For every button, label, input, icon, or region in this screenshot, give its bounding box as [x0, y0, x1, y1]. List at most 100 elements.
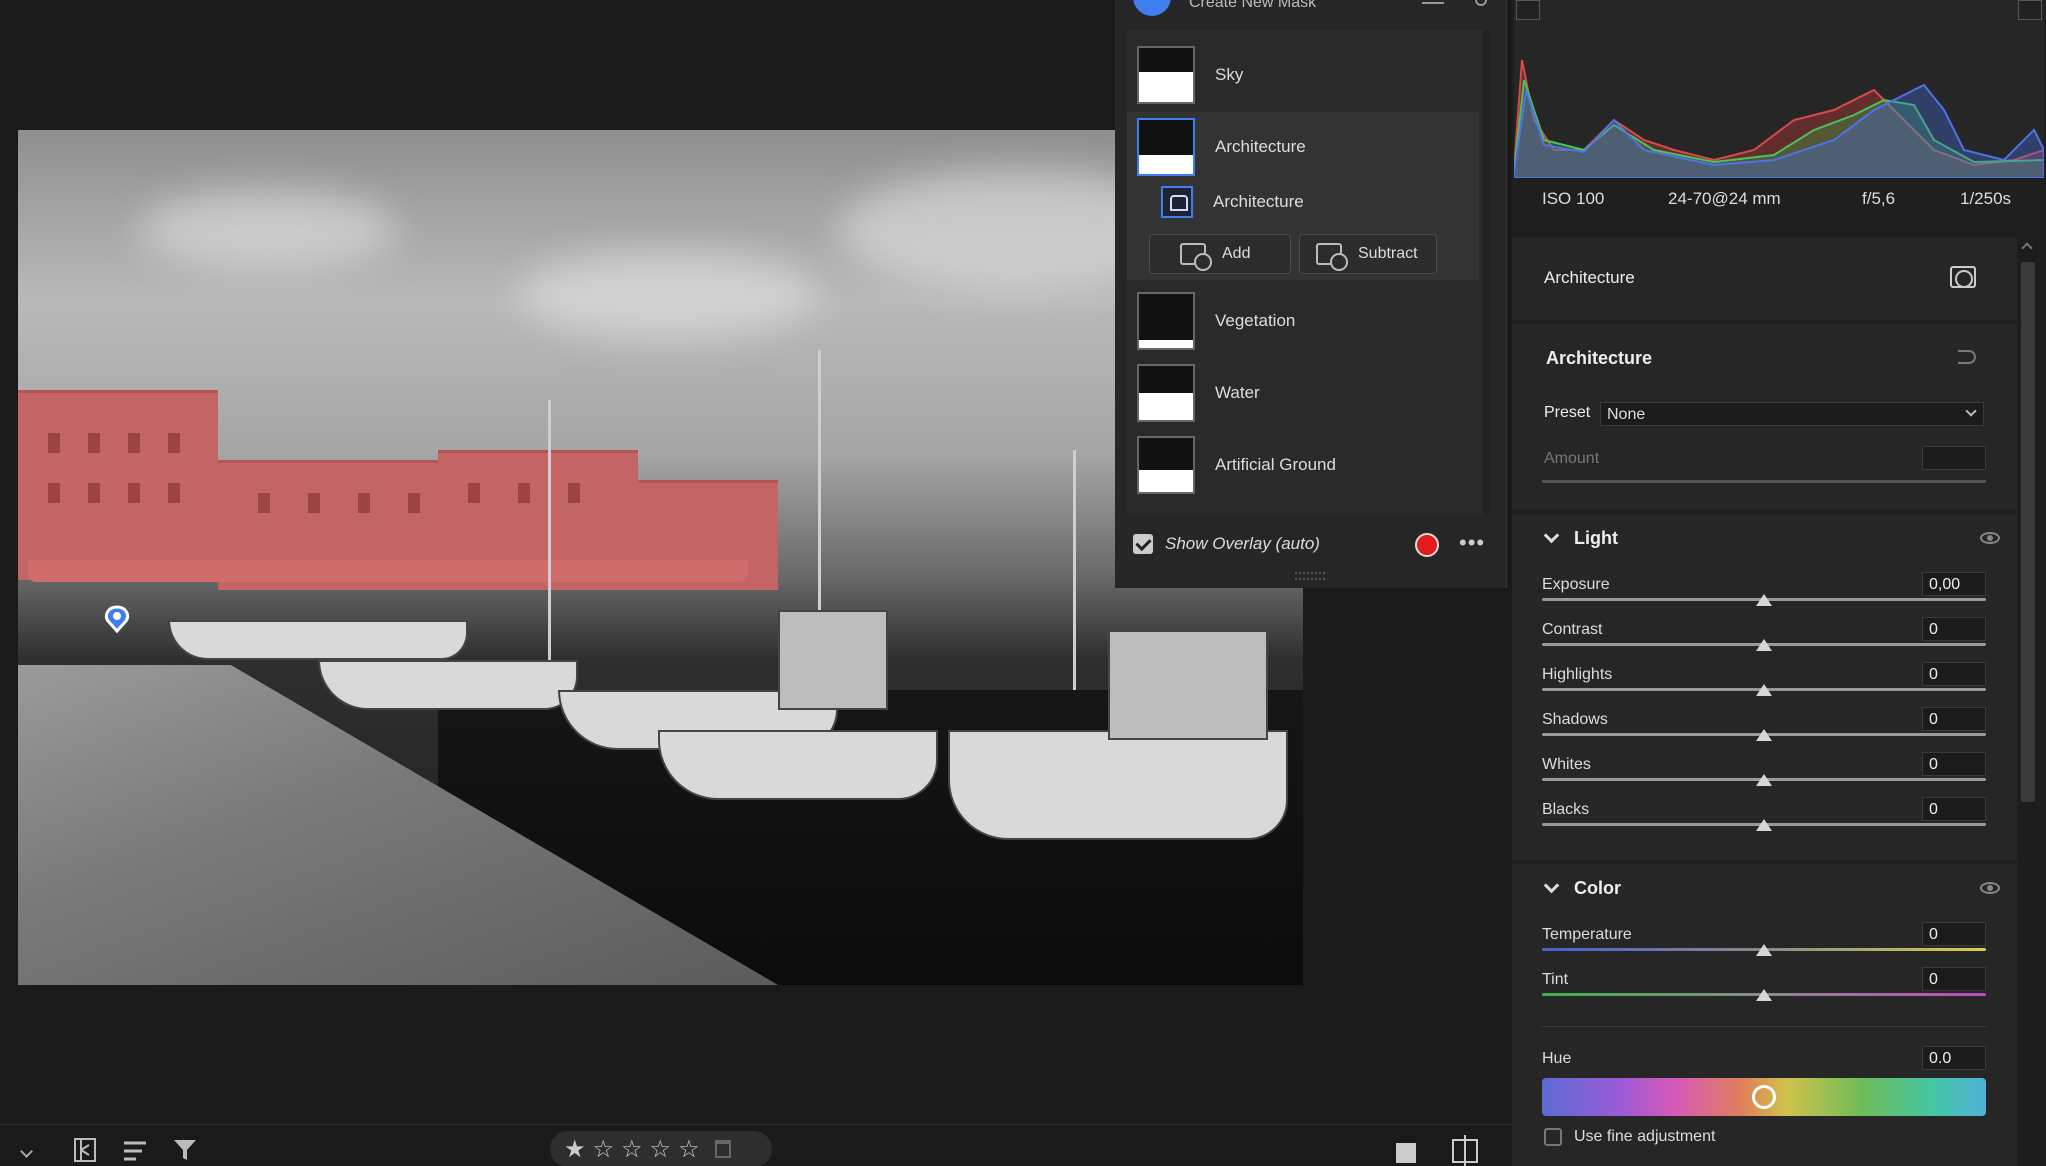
reset-icon[interactable] [1958, 350, 1976, 364]
amount-field[interactable] [1922, 446, 1986, 470]
param-value[interactable]: 0 [1922, 662, 1986, 686]
param-label: Temperature [1542, 926, 1632, 943]
tint-slider[interactable]: Tint 0 [1542, 967, 1986, 1015]
single-view-icon[interactable] [1396, 1143, 1416, 1163]
param-label: Tint [1542, 971, 1569, 988]
exposure-slider[interactable]: Exposure 0,00 [1542, 572, 1986, 620]
blacks-slider[interactable]: Blacks 0 [1542, 797, 1986, 845]
app-window: Create New Mask Sky Architecture Archite… [0, 0, 2046, 1166]
shadow-clipping-indicator[interactable] [1516, 0, 1540, 20]
amount-slider[interactable] [1542, 480, 1986, 483]
param-value[interactable]: 0.0 [1922, 1046, 1986, 1070]
whites-slider[interactable]: Whites 0 [1542, 752, 1986, 800]
sky-cloud [138, 190, 398, 270]
eye-icon[interactable] [1980, 532, 2000, 544]
preset-dropdown[interactable]: None [1600, 402, 1984, 426]
slider-thumb[interactable] [1756, 594, 1772, 606]
mask-list-scrollbar[interactable] [1483, 30, 1491, 515]
hue-slider[interactable] [1542, 1078, 1986, 1116]
compare-view-icon[interactable] [1452, 1135, 1478, 1166]
star-icon[interactable]: ☆ [678, 1135, 700, 1164]
mask-item-vegetation[interactable]: Vegetation [1127, 286, 1479, 356]
param-label: Contrast [1542, 621, 1603, 638]
photo-canvas[interactable] [18, 130, 1303, 985]
chevron-down-icon[interactable] [1543, 527, 1560, 544]
star-icon[interactable]: ☆ [621, 1135, 643, 1164]
eye-icon[interactable] [1980, 882, 2000, 894]
highlights-slider[interactable]: Highlights 0 [1542, 662, 1986, 710]
param-value[interactable]: 0 [1922, 967, 1986, 991]
light-section: Light Exposure 0,00 Contrast 0 Highlight… [1512, 514, 2017, 860]
divider [1542, 1026, 1986, 1027]
star-icon[interactable]: ☆ [650, 1135, 672, 1164]
chevron-down-icon[interactable] [20, 1145, 33, 1158]
star-icon[interactable]: ☆ [593, 1135, 615, 1164]
shadows-slider[interactable]: Shadows 0 [1542, 707, 1986, 755]
highlight-clipping-indicator[interactable] [2018, 0, 2042, 20]
slider-thumb[interactable] [1756, 819, 1772, 831]
options-icon[interactable] [1475, 0, 1487, 6]
param-value[interactable]: 0 [1922, 797, 1986, 821]
filter-icon[interactable] [172, 1137, 198, 1163]
mask-component-architecture[interactable]: Architecture [1127, 180, 1479, 224]
mask-thumbnail [1137, 46, 1195, 104]
mask-item-architecture[interactable]: Architecture [1127, 112, 1479, 182]
add-subtract-row: Add Subtract [1127, 224, 1479, 280]
slider-thumb[interactable] [1756, 989, 1772, 1001]
bottom-toolbar: ★ ☆ ☆ ☆ ☆ [0, 1124, 1512, 1166]
exif-iso: ISO 100 [1542, 189, 1605, 208]
more-options-icon[interactable]: ••• [1459, 532, 1485, 554]
add-button[interactable]: Add [1149, 234, 1291, 274]
fine-adjustment-checkbox[interactable] [1544, 1128, 1562, 1146]
param-value[interactable]: 0 [1922, 617, 1986, 641]
masks-panel: Create New Mask Sky Architecture Archite… [1115, 0, 1507, 588]
filmstrip-icon[interactable] [72, 1137, 98, 1163]
overlay-color-swatch[interactable] [1415, 533, 1439, 557]
mask-item-sky[interactable]: Sky [1127, 40, 1479, 110]
scrollbar-thumb[interactable] [2021, 262, 2035, 802]
slider-thumb[interactable] [1756, 774, 1772, 786]
mask-thumbnail [1137, 118, 1195, 176]
fine-adjustment-row[interactable]: Use fine adjustment [1544, 1128, 1715, 1146]
contrast-slider[interactable]: Contrast 0 [1542, 617, 1986, 665]
mask-item-water[interactable]: Water [1127, 358, 1479, 428]
slider-thumb[interactable] [1756, 944, 1772, 956]
scroll-up-icon[interactable] [2021, 242, 2033, 254]
mask-name: Vegetation [1215, 311, 1296, 330]
slider-thumb[interactable] [1756, 684, 1772, 696]
menu-icon[interactable] [1422, 0, 1444, 4]
param-label: Blacks [1542, 801, 1590, 818]
chevron-down-icon[interactable] [1543, 877, 1560, 894]
color-title[interactable]: Color [1574, 878, 1621, 899]
fishing-boat [948, 730, 1288, 840]
subtract-button[interactable]: Subtract [1299, 234, 1437, 274]
mask-thumbnail [1137, 364, 1195, 422]
mask-name: Artificial Ground [1215, 455, 1336, 474]
light-title[interactable]: Light [1574, 528, 1618, 549]
trash-icon[interactable] [714, 1140, 731, 1158]
exif-lens: 24-70@24 mm [1668, 189, 1781, 208]
sort-icon[interactable] [122, 1139, 150, 1163]
temperature-slider[interactable]: Temperature 0 [1542, 922, 1986, 970]
star-icon[interactable]: ★ [564, 1135, 586, 1164]
mask-name-label: Architecture [1544, 268, 1635, 287]
show-overlay-checkbox[interactable] [1133, 534, 1153, 554]
panel-resize-grip[interactable] [1295, 572, 1325, 580]
masks-header: Create New Mask [1115, 0, 1507, 16]
create-mask-title[interactable]: Create New Mask [1189, 0, 1316, 12]
right-panel: ISO 100 24-70@24 mm f/5,6 1/250s Archite… [1512, 0, 2046, 1166]
slider-thumb[interactable] [1756, 729, 1772, 741]
boat [318, 660, 578, 710]
slider-thumb[interactable] [1756, 639, 1772, 651]
mask-pin-icon[interactable] [100, 605, 134, 635]
param-value[interactable]: 0 [1922, 922, 1986, 946]
mask-visibility-icon[interactable] [1950, 266, 1976, 288]
mask-item-artificial-ground[interactable]: Artificial Ground [1127, 430, 1479, 500]
param-value[interactable]: 0 [1922, 752, 1986, 776]
create-mask-plus-icon[interactable] [1133, 0, 1171, 16]
boat [658, 730, 938, 800]
panel-scrollbar[interactable] [2017, 238, 2039, 1166]
param-value[interactable]: 0 [1922, 707, 1986, 731]
hue-knob[interactable] [1752, 1085, 1776, 1109]
param-value[interactable]: 0,00 [1922, 572, 1986, 596]
